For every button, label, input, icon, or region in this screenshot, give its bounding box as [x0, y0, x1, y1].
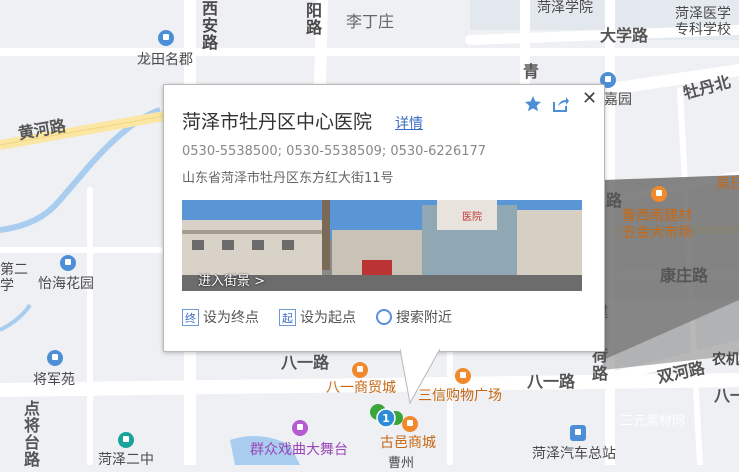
label-yihai: 怡海花园: [38, 276, 94, 292]
poi-jiangjun[interactable]: [47, 350, 63, 366]
label-luxinan: 鲁西南建材: [622, 208, 692, 224]
road-label-bayi-2: 八一路: [527, 372, 576, 391]
star-icon[interactable]: [524, 95, 542, 113]
label-heze-bus: 菏泽汽车总站: [532, 446, 616, 462]
popup-pointer: [400, 348, 441, 404]
set-destination-label: 设为终点: [203, 310, 259, 326]
poi-luxinan[interactable]: [651, 186, 667, 202]
road-label-kangzhuang: 康庄路: [660, 266, 709, 285]
poi-bayi-mall[interactable]: [352, 362, 368, 378]
origin-tag-icon: 起: [279, 308, 296, 326]
label-cao: 曹州: [388, 456, 415, 471]
poi-heze-bus[interactable]: [570, 425, 586, 441]
label-dier: 第二: [0, 262, 28, 278]
residential-icon: [47, 350, 63, 366]
label-heze-2: 菏泽二中: [98, 452, 154, 468]
label-gubian: 古邑商城: [380, 435, 436, 451]
road-label-dian: 点将台路: [21, 400, 40, 468]
shopping-icon: [455, 368, 471, 384]
close-icon[interactable]: ✕: [582, 88, 597, 109]
poi-qunzhong[interactable]: [292, 420, 308, 436]
poi-yihai[interactable]: [60, 255, 76, 271]
theater-icon: [292, 420, 308, 436]
place-title: 菏泽市牡丹区中心医院: [182, 111, 373, 133]
details-link[interactable]: 详情: [395, 113, 423, 133]
set-origin-label: 设为起点: [300, 310, 356, 326]
road-label-lu: 路: [606, 191, 623, 210]
label-liding: 李丁庄: [346, 12, 395, 31]
marker-number: 1: [382, 412, 390, 425]
set-destination-button[interactable]: 终 设为终点: [182, 307, 259, 327]
road-label-bayi-1: 八一路: [281, 353, 330, 372]
label-wujin: 五金大市场: [622, 225, 692, 241]
poi-heze-2[interactable]: [118, 432, 134, 448]
label-xue: 学: [0, 278, 14, 294]
shopping-icon: [651, 186, 667, 202]
label-heze-college: 菏泽学院: [537, 0, 593, 16]
search-icon: [376, 309, 392, 325]
address: 山东省菏泽市牡丹区东方红大街11号: [182, 171, 394, 186]
label-wu-fragment: 吴日: [716, 176, 739, 192]
label-ba: 八一: [714, 386, 739, 405]
road-label-yang: 阳路: [303, 2, 322, 36]
popup-actions: 终 设为终点 起 设为起点 搜索附近: [182, 307, 452, 327]
road-label-qing: 青: [523, 62, 540, 81]
set-origin-button[interactable]: 起 设为起点: [279, 307, 356, 327]
enter-street-view[interactable]: 进入街景 >: [198, 270, 265, 289]
share-icon[interactable]: [552, 95, 570, 113]
poi-sanxin[interactable]: [455, 368, 471, 384]
residential-icon: [158, 30, 174, 46]
phone-numbers: 0530-5538500; 0530-5538509; 0530-6226177: [182, 144, 487, 159]
label-heze-medical-2: 专科学校: [675, 22, 731, 38]
label-jiangjun: 将军苑: [33, 372, 75, 388]
label-nong: 农机: [712, 352, 739, 368]
search-nearby-button[interactable]: 搜索附近: [376, 307, 452, 327]
search-nearby-label: 搜索附近: [396, 310, 452, 326]
school-icon: [118, 432, 134, 448]
residential-icon: [60, 255, 76, 271]
poi-longtian[interactable]: [158, 30, 174, 46]
label-bayi-mall: 八一商贸城: [326, 380, 396, 396]
bus-icon: [570, 425, 586, 441]
watermark: 三元素材网: [620, 414, 686, 429]
destination-tag-icon: 终: [182, 308, 199, 326]
road-label-xian: 西安路: [199, 0, 218, 51]
label-lu2: 路: [592, 364, 609, 383]
label-longtian: 龙田名郡: [137, 52, 193, 68]
label-heze-medical-1: 菏泽医学: [675, 6, 731, 22]
place-info-popup: 菏泽市牡丹区中心医院 详情 ✕ 0530-5538500; 0530-55385…: [163, 84, 605, 352]
road-label-daxue: 大学路: [600, 26, 649, 45]
shopping-icon: [352, 362, 368, 378]
svg-text:医院: 医院: [462, 210, 482, 223]
label-qunzhong: 群众戏曲大舞台: [250, 442, 348, 458]
label-jiayuan: 嘉园: [604, 92, 632, 108]
